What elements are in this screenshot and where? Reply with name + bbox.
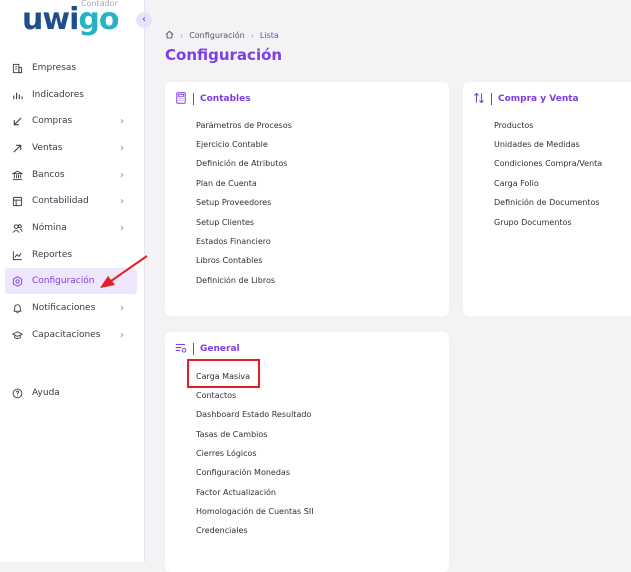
link-definicion-de-documentos[interactable]: Definición de Documentos	[494, 198, 600, 207]
sidebar-item-ventas[interactable]: Ventas ›	[5, 135, 137, 161]
card-title: Contables	[200, 94, 251, 104]
logo-subtitle: Contador	[81, 0, 118, 8]
link-contactos[interactable]: Contactos	[196, 391, 236, 400]
sidebar-item-label: Empresas	[32, 63, 77, 73]
link-configuracion-monedas[interactable]: Configuración Monedas	[196, 468, 290, 477]
bell-icon	[11, 302, 23, 314]
swap-arrows-icon	[473, 92, 485, 107]
card-header: Compra y Venta	[473, 92, 579, 106]
sidebar-item-label: Capacitaciones	[32, 330, 101, 340]
card-header: General	[175, 342, 240, 356]
sidebar-item-bancos[interactable]: Bancos ›	[5, 162, 137, 188]
card-header: Contables	[175, 91, 251, 107]
sidebar-item-label: Nómina	[32, 223, 67, 233]
line-chart-icon	[11, 249, 23, 261]
building-icon	[11, 62, 23, 74]
sidebar-item-empresas[interactable]: Empresas	[5, 55, 137, 81]
link-factor-actualizacion[interactable]: Factor Actualización	[196, 488, 276, 497]
link-plan-de-cuenta[interactable]: Plan de Cuenta	[196, 179, 257, 188]
card-contables: Contables Parámetros de Procesos Ejercic…	[165, 82, 449, 316]
bank-icon	[11, 169, 23, 181]
sidebar-item-ayuda[interactable]: Ayuda	[5, 380, 137, 406]
link-definicion-de-libros[interactable]: Definición de Libros	[196, 276, 275, 285]
chevron-right-icon: ›	[120, 222, 124, 234]
link-setup-proveedores[interactable]: Setup Proveedores	[196, 198, 271, 207]
link-setup-clientes[interactable]: Setup Clientes	[196, 218, 254, 227]
link-cierres-logicos[interactable]: Cierres Lógicos	[196, 449, 257, 458]
link-condiciones-compra-venta[interactable]: Condiciones Compra/Venta	[494, 159, 602, 168]
link-definicion-de-atributos[interactable]: Definición de Atributos	[196, 159, 287, 168]
breadcrumb-separator: ›	[180, 30, 184, 40]
sidebar-item-indicadores[interactable]: Indicadores	[5, 82, 137, 108]
sidebar-item-capacitaciones[interactable]: Capacitaciones ›	[5, 322, 137, 348]
sidebar-item-label: Indicadores	[32, 90, 84, 100]
chevron-right-icon: ›	[120, 169, 124, 181]
bar-chart-icon	[11, 89, 23, 101]
sidebar-item-label: Configuración	[32, 276, 95, 286]
breadcrumb: › Configuración › Lista	[165, 29, 279, 41]
link-ejercicio-contable[interactable]: Ejercicio Contable	[196, 140, 268, 149]
sidebar-item-nomina[interactable]: Nómina ›	[5, 215, 137, 241]
help-circle-icon	[11, 387, 23, 399]
chevron-right-icon: ›	[120, 142, 124, 154]
link-libros-contables[interactable]: Libros Contables	[196, 256, 262, 265]
card-title: General	[200, 344, 240, 354]
users-icon	[11, 222, 23, 234]
graduation-cap-icon	[11, 329, 23, 341]
chevron-right-icon: ›	[120, 195, 124, 207]
sidebar-item-label: Compras	[32, 116, 73, 126]
card-compra-y-venta: Compra y Venta Productos Unidades de Med…	[463, 82, 631, 316]
link-estados-financiero[interactable]: Estados Financiero	[196, 237, 271, 246]
gear-icon	[11, 275, 23, 287]
sidebar-item-label: Bancos	[32, 170, 65, 180]
sidebar-item-reportes[interactable]: Reportes	[5, 242, 137, 268]
link-grupo-documentos[interactable]: Grupo Documentos	[494, 218, 572, 227]
filter-settings-icon	[175, 342, 187, 357]
calculator-icon	[175, 91, 187, 107]
link-credenciales[interactable]: Credenciales	[196, 526, 248, 535]
arrow-down-left-icon	[11, 115, 23, 127]
chevron-right-icon: ›	[120, 329, 124, 341]
chevron-right-icon: ›	[120, 302, 124, 314]
sidebar-item-contabilidad[interactable]: Contabilidad ›	[5, 188, 137, 214]
breadcrumb-item[interactable]: Configuración	[189, 31, 245, 40]
sidebar-item-label: Ayuda	[32, 388, 60, 398]
link-carga-folio[interactable]: Carga Folio	[494, 179, 539, 188]
breadcrumb-current: Lista	[259, 30, 279, 40]
sidebar: uwigo Contador ‹ Empresas Indicadores Co…	[0, 0, 152, 562]
link-productos[interactable]: Productos	[494, 121, 533, 130]
link-dashboard-estado-resultado[interactable]: Dashboard Estado Resultado	[196, 410, 311, 419]
uwigo-logo[interactable]: uwigo Contador	[22, 0, 132, 40]
sidebar-item-label: Reportes	[32, 250, 73, 260]
annotation-highlight-box	[187, 359, 260, 388]
sidebar-item-configuracion[interactable]: Configuración	[5, 268, 137, 294]
breadcrumb-separator: ›	[250, 30, 254, 40]
ledger-icon	[11, 195, 23, 207]
link-unidades-de-medidas[interactable]: Unidades de Medidas	[494, 140, 580, 149]
sidebar-item-label: Contabilidad	[32, 196, 89, 206]
page-title: Configuración	[165, 46, 283, 64]
home-icon[interactable]	[165, 30, 174, 41]
logo-text: uwi	[22, 2, 79, 37]
collapse-sidebar-button[interactable]: ‹	[136, 12, 152, 28]
card-title: Compra y Venta	[498, 94, 579, 104]
sidebar-item-compras[interactable]: Compras ›	[5, 108, 137, 134]
link-parametros-de-procesos[interactable]: Parámetros de Procesos	[196, 121, 292, 130]
sidebar-item-notificaciones[interactable]: Notificaciones ›	[5, 295, 137, 321]
arrow-up-right-icon	[11, 142, 23, 154]
link-tasas-de-cambios[interactable]: Tasas de Cambios	[196, 430, 267, 439]
sidebar-item-label: Ventas	[32, 143, 63, 153]
sidebar-item-label: Notificaciones	[32, 303, 96, 313]
chevron-right-icon: ›	[120, 115, 124, 127]
link-homologacion-de-cuentas-sii[interactable]: Homologación de Cuentas SII	[196, 507, 314, 516]
